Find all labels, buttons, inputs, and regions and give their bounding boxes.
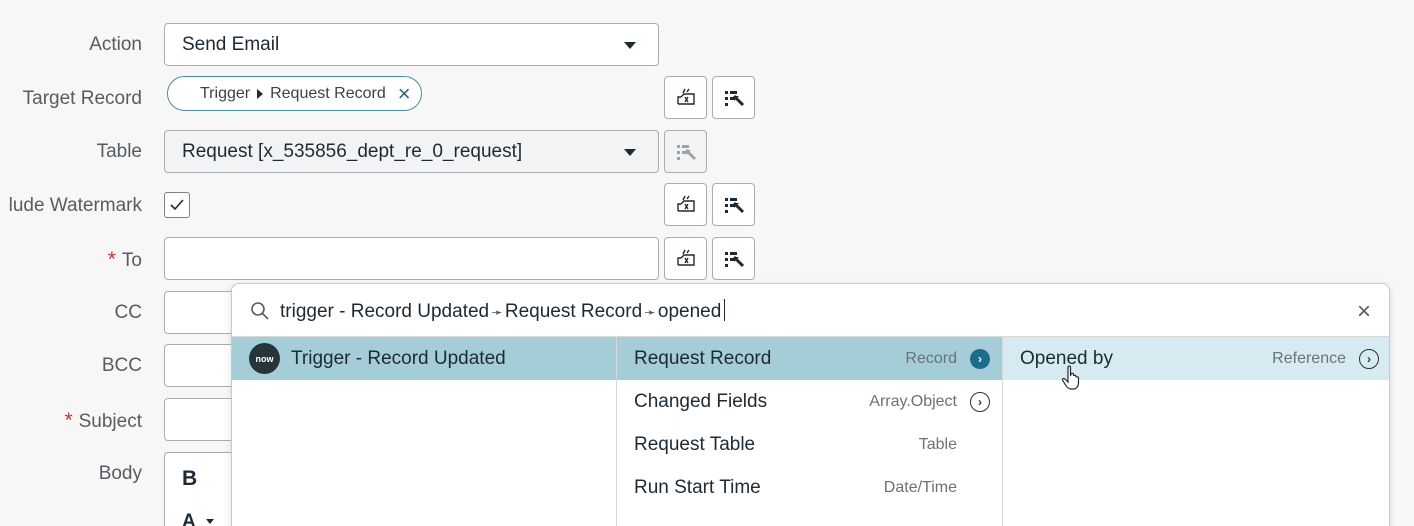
data-pill-picker-popup: trigger - Record Updated ➛ Request Record ➛… [231, 283, 1390, 526]
required-marker: * [64, 409, 73, 432]
bold-button[interactable]: B [182, 467, 197, 491]
hand-pointer-icon [1061, 365, 1080, 390]
target-record-pill-picker-button[interactable] [664, 76, 707, 119]
picker-item-changed-fields[interactable]: Changed Fields Array.Object › [617, 380, 1002, 423]
to-pill-picker-button[interactable] [664, 237, 707, 280]
picker-item-type: Table [918, 435, 957, 453]
subject-label: * Subject [64, 409, 142, 432]
now-logo-icon: now [249, 343, 280, 374]
chevron-down-icon [624, 42, 636, 49]
include-watermark-label: lude Watermark [8, 195, 142, 216]
table-dot-walk-button[interactable] [664, 130, 707, 173]
dot-walk-icon [724, 251, 744, 267]
checkmark-icon [170, 199, 184, 211]
data-pill-picker-icon [676, 249, 695, 266]
dot-walk-icon [676, 144, 696, 160]
to-label: * To [107, 248, 142, 271]
picker-item-label: Trigger - Record Updated [291, 347, 506, 369]
table-value: Request [x_535856_dept_re_0_request] [182, 140, 523, 162]
pill-part-trigger: Trigger [200, 84, 251, 102]
close-icon[interactable]: × [398, 82, 411, 105]
cc-label: CC [114, 302, 142, 323]
picker-item-request-record[interactable]: Request Record Record › [617, 337, 1002, 380]
data-pill-picker-icon [676, 88, 695, 105]
picker-search-input[interactable]: trigger - Record Updated ➛ Request Record ➛… [280, 299, 726, 323]
chevron-right-icon[interactable]: › [970, 391, 990, 412]
required-marker: * [107, 248, 116, 271]
picker-item-type: Record [905, 349, 957, 367]
dot-walk-icon [724, 197, 744, 213]
data-pill-picker-icon [676, 195, 695, 212]
caret-right-icon [257, 88, 264, 99]
text-cursor [724, 299, 726, 321]
cc-input[interactable] [164, 291, 234, 334]
action-label: Action [89, 34, 142, 55]
bcc-input[interactable] [164, 344, 234, 387]
subject-input[interactable] [164, 398, 234, 441]
font-color-button[interactable]: A [182, 511, 214, 526]
target-record-pill[interactable]: Trigger Request Record × [167, 76, 422, 111]
close-icon[interactable]: × [1357, 298, 1371, 326]
chevron-down-icon [205, 519, 214, 525]
target-record-label: Target Record [22, 88, 142, 109]
picker-item-type: Array.Object [869, 392, 957, 410]
pill-part-request-record: Request Record [270, 84, 386, 102]
picker-column-2: Request Record Record › Changed Fields A… [617, 337, 1003, 526]
picker-item-label: Changed Fields [634, 390, 768, 412]
action-select[interactable]: Send Email [164, 23, 659, 66]
separator-arrow: ➛ [644, 304, 656, 320]
table-select[interactable]: Request [x_535856_dept_re_0_request] [164, 130, 659, 173]
separator-arrow: ➛ [491, 304, 503, 320]
picker-item-label: Run Start Time [634, 476, 761, 498]
chevron-right-icon[interactable]: › [970, 348, 990, 369]
action-value: Send Email [182, 33, 280, 55]
to-dot-walk-button[interactable] [712, 237, 755, 280]
picker-item-trigger[interactable]: now Trigger - Record Updated [232, 337, 616, 380]
chevron-right-icon[interactable]: › [1359, 348, 1379, 369]
picker-item-type: Date/Time [883, 478, 957, 496]
watermark-dot-walk-button[interactable] [712, 183, 755, 226]
picker-item-type: Reference [1272, 349, 1346, 367]
search-icon [251, 302, 269, 320]
chevron-down-icon [624, 149, 636, 156]
picker-item-run-start-time[interactable]: Run Start Time Date/Time [617, 466, 1002, 509]
include-watermark-checkbox[interactable] [164, 192, 190, 218]
table-label: Table [96, 141, 142, 162]
body-label: Body [98, 463, 142, 484]
body-editor[interactable]: B A [164, 452, 234, 526]
bcc-label: BCC [101, 355, 142, 376]
dot-walk-icon [724, 90, 744, 106]
to-input[interactable] [164, 237, 659, 280]
picker-item-label: Request Table [634, 433, 756, 455]
watermark-pill-picker-button[interactable] [664, 183, 707, 226]
picker-item-request-table[interactable]: Request Table Table [617, 423, 1002, 466]
picker-item-label: Request Record [634, 347, 772, 369]
picker-column-1: now Trigger - Record Updated [232, 337, 617, 526]
picker-search-bar[interactable]: trigger - Record Updated ➛ Request Record ➛… [232, 284, 1389, 337]
target-record-dot-walk-button[interactable] [712, 76, 755, 119]
